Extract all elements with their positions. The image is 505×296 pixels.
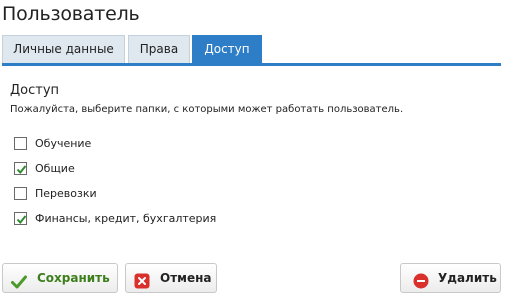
- page-title: Пользователь: [2, 3, 140, 25]
- section-heading: Доступ: [10, 83, 60, 98]
- cancel-button-label: Отмена: [160, 271, 212, 285]
- folder-label: Перевозки: [35, 187, 97, 200]
- minus-circle-icon: [413, 271, 429, 296]
- folder-label: Финансы, кредит, бухгалтерия: [35, 212, 217, 225]
- tab-access[interactable]: Доступ: [192, 35, 262, 63]
- tab-personal-data[interactable]: Личные данные: [2, 35, 125, 63]
- tab-bar: Личные данные Права Доступ: [2, 35, 501, 66]
- section-description: Пожалуйста, выберите папки, с которыми м…: [10, 104, 404, 115]
- checkmark-icon: [16, 215, 27, 225]
- list-item: Перевозки: [14, 187, 274, 201]
- checkmark-icon: [16, 165, 27, 175]
- check-icon: [11, 271, 27, 296]
- folder-checkbox-transport[interactable]: [14, 187, 27, 200]
- folder-checkbox-general[interactable]: [14, 162, 27, 175]
- save-button-label: Сохранить: [37, 271, 110, 285]
- save-button[interactable]: Сохранить: [2, 263, 118, 293]
- folder-label: Общие: [35, 162, 75, 175]
- list-item: Обучение: [14, 137, 274, 151]
- cancel-button[interactable]: Отмена: [125, 263, 217, 293]
- folder-label: Обучение: [35, 137, 92, 150]
- delete-button[interactable]: Удалить: [400, 263, 501, 293]
- folder-checkbox-training[interactable]: [14, 137, 27, 150]
- folder-checkbox-finance[interactable]: [14, 212, 27, 225]
- list-item: Общие: [14, 162, 274, 176]
- cancel-x-icon: [134, 271, 150, 296]
- list-item: Финансы, кредит, бухгалтерия: [14, 212, 274, 226]
- tab-rights[interactable]: Права: [128, 35, 190, 63]
- delete-button-label: Удалить: [438, 271, 497, 285]
